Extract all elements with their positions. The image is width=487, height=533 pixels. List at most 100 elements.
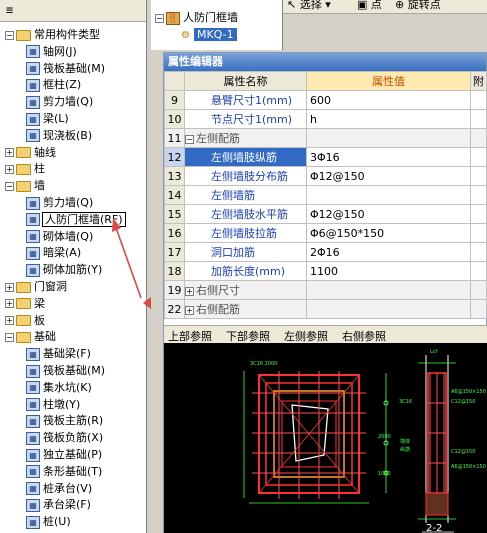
tree-item-14[interactable]: ▦ 砌体加筋(Y): [26, 262, 102, 278]
property-row[interactable]: 18 加筋长度(mm) 1100: [164, 261, 487, 281]
attached-cell[interactable]: [470, 90, 487, 110]
collapse-icon[interactable]: −: [5, 181, 14, 191]
attached-cell[interactable]: [470, 166, 487, 186]
select-button[interactable]: ↖ 选择 ▾: [287, 0, 331, 13]
property-value-cell[interactable]: Φ6@150*150: [306, 223, 471, 243]
attached-cell[interactable]: [470, 128, 487, 148]
property-row[interactable]: 22 + 右侧配筋: [164, 299, 487, 319]
point-button[interactable]: ▣ 点: [357, 0, 382, 13]
property-name-cell[interactable]: 洞口加筋: [184, 242, 307, 262]
property-name-cell[interactable]: 左侧墙肢水平筋: [184, 204, 307, 224]
tree-category-9[interactable]: − 墙: [5, 178, 45, 194]
property-name-cell[interactable]: 悬臂尺寸1(mm): [184, 90, 307, 110]
component-item-label[interactable]: MKQ-1: [193, 28, 237, 41]
tree-item-27[interactable]: ▦ 桩承台(V): [26, 481, 92, 497]
tree-item-11[interactable]: ▦ 人防门框墙(RF): [26, 211, 126, 228]
tree-item-22[interactable]: ▦ 柱墩(Y): [26, 397, 80, 413]
property-row[interactable]: 19 + 右侧尺寸: [164, 280, 487, 300]
tree-category-17[interactable]: + 板: [5, 313, 45, 329]
attached-cell[interactable]: [470, 280, 487, 300]
property-value-cell[interactable]: 600: [306, 90, 471, 110]
tree-item-10[interactable]: ▦ 剪力墙(Q): [26, 195, 93, 211]
property-name-cell[interactable]: 节点尺寸1(mm): [184, 109, 307, 129]
property-row[interactable]: 9 悬臂尺寸1(mm) 600: [164, 90, 487, 110]
expand-icon[interactable]: +: [5, 282, 14, 292]
property-name-cell[interactable]: 加筋长度(mm): [184, 261, 307, 281]
tree-item-1[interactable]: ▦ 轴网(J): [26, 44, 77, 60]
reference-tab-0[interactable]: 上部参照: [168, 328, 212, 344]
tree-item-19[interactable]: ▦ 基础梁(F): [26, 346, 91, 362]
property-row[interactable]: 10 节点尺寸1(mm) h: [164, 109, 487, 129]
property-name-cell[interactable]: 左侧墙筋: [184, 185, 307, 205]
property-name-cell[interactable]: 左侧墙肢分布筋: [184, 166, 307, 186]
tree-item-23[interactable]: ▦ 筏板主筋(R): [26, 413, 103, 429]
property-name-cell[interactable]: + 右侧尺寸: [184, 280, 307, 300]
expand-icon[interactable]: +: [5, 148, 14, 158]
property-name-cell[interactable]: − 左侧配筋: [184, 128, 307, 148]
tree-item-25[interactable]: ▦ 独立基础(P): [26, 447, 102, 463]
tree-item-4[interactable]: ▦ 剪力墙(Q): [26, 94, 93, 110]
attached-cell[interactable]: [470, 261, 487, 281]
dropdown-icon[interactable]: ▾: [325, 0, 331, 11]
property-value-cell[interactable]: 1100: [306, 261, 471, 281]
tree-item-29[interactable]: ▦ 桩(U): [26, 514, 71, 530]
tree-item-28[interactable]: ▦ 承台梁(F): [26, 497, 91, 513]
expand-icon[interactable]: +: [5, 316, 14, 326]
collapse-icon[interactable]: −: [5, 30, 14, 40]
tree-item-6[interactable]: ▦ 现浇板(B): [26, 128, 92, 144]
attached-cell[interactable]: [470, 109, 487, 129]
reference-tab-2[interactable]: 左侧参照: [284, 328, 328, 344]
attached-cell[interactable]: [470, 204, 487, 224]
tree-item-21[interactable]: ▦ 集水坑(K): [26, 380, 92, 396]
property-value-cell[interactable]: 3Φ16: [306, 147, 471, 167]
expand-icon[interactable]: +: [185, 286, 194, 296]
attached-cell[interactable]: [470, 147, 487, 167]
tree-item-26[interactable]: ▦ 条形基础(T): [26, 464, 102, 480]
property-value-cell[interactable]: Φ12@150: [306, 204, 471, 224]
property-value-cell[interactable]: [306, 299, 471, 319]
property-row[interactable]: 11− 左侧配筋: [164, 128, 487, 148]
tree-category-18[interactable]: − 基础: [5, 329, 56, 345]
attached-cell[interactable]: [470, 185, 487, 205]
attached-cell[interactable]: [470, 299, 487, 319]
property-row[interactable]: 13 左侧墙肢分布筋 Φ12@150: [164, 166, 487, 186]
expand-icon[interactable]: +: [185, 305, 194, 315]
tree-category-16[interactable]: + 梁: [5, 296, 45, 312]
reference-tab-3[interactable]: 右侧参照: [342, 328, 386, 344]
tree-item-12[interactable]: ▦ 砌体墙(Q): [26, 229, 93, 245]
property-value-cell[interactable]: Φ12@150: [306, 166, 471, 186]
component-list[interactable]: − ░ 人防门框墙 ⚙ MKQ-1: [151, 0, 283, 50]
collapse-arrow-icon[interactable]: [143, 297, 151, 309]
property-value-cell[interactable]: [306, 185, 471, 205]
tree-category-7[interactable]: + 轴线: [5, 145, 56, 161]
collapse-icon[interactable]: −: [5, 332, 14, 342]
component-root-row[interactable]: − ░ 人防门框墙: [155, 10, 238, 26]
tree-item-24[interactable]: ▦ 筏板负筋(X): [26, 430, 103, 446]
tree-category-0[interactable]: − 常用构件类型: [5, 27, 100, 43]
property-name-cell[interactable]: + 右侧配筋: [184, 299, 307, 319]
collapse-icon[interactable]: −: [155, 13, 164, 23]
tree-item-20[interactable]: ▦ 筏板基础(M): [26, 363, 105, 379]
tree-view-icon[interactable]: ≡: [6, 3, 24, 17]
reference-tab-1[interactable]: 下部参照: [226, 328, 270, 344]
tree-item-5[interactable]: ▦ 梁(L): [26, 111, 69, 127]
property-row[interactable]: 12 左侧墙肢纵筋 3Φ16: [164, 147, 487, 167]
tree-item-13[interactable]: ▦ 暗梁(A): [26, 245, 81, 261]
property-name-cell[interactable]: 左侧墙肢纵筋: [184, 147, 307, 167]
property-name-cell[interactable]: 左侧墙肢拉筋: [184, 223, 307, 243]
tree-category-15[interactable]: + 门窗洞: [5, 279, 67, 295]
tree-item-2[interactable]: ▦ 筏板基础(M): [26, 61, 105, 77]
property-value-cell[interactable]: h: [306, 109, 471, 129]
rotate-point-button[interactable]: ⊕ 旋转点: [395, 0, 441, 13]
tree-item-3[interactable]: ▦ 框柱(Z): [26, 77, 81, 93]
property-value-cell[interactable]: [306, 128, 471, 148]
expand-icon[interactable]: +: [5, 299, 14, 309]
property-row[interactable]: 15 左侧墙肢水平筋 Φ12@150: [164, 204, 487, 224]
tree-category-8[interactable]: + 柱: [5, 161, 45, 177]
attached-cell[interactable]: [470, 242, 487, 262]
component-type-tree[interactable]: ≡ − 常用构件类型 ▦ 轴网(J) ▦ 筏板基础(M) ▦ 框柱(Z) ▦ 剪力墙(Q) ▦ 梁(L…: [0, 0, 147, 533]
attached-cell[interactable]: [470, 223, 487, 243]
property-row[interactable]: 16 左侧墙肢拉筋 Φ6@150*150: [164, 223, 487, 243]
component-item-row[interactable]: ⚙ MKQ-1: [181, 27, 237, 43]
property-value-cell[interactable]: 2Φ16: [306, 242, 471, 262]
